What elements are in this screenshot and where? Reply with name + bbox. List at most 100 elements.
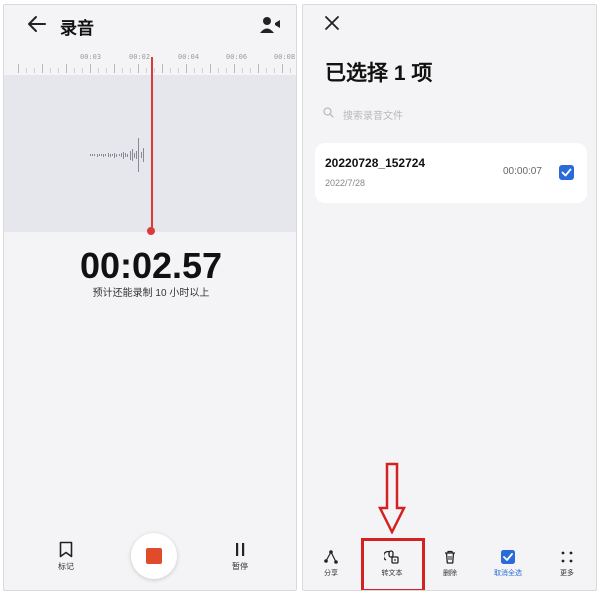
waveform-bar xyxy=(90,154,91,156)
ruler-tick xyxy=(34,68,35,73)
file-date: 2022/7/28 xyxy=(325,178,366,188)
file-selection-screen: 已选择 1 项 搜索录音文件 20220728_152724 2022/7/28… xyxy=(302,4,597,591)
ruler-tick xyxy=(242,68,243,73)
waveform-bar xyxy=(138,138,140,172)
ruler-tick xyxy=(290,68,291,73)
deselect-icon xyxy=(501,550,515,564)
waveform-bar xyxy=(98,154,100,156)
more-label: 更多 xyxy=(560,570,574,577)
ruler-tick xyxy=(122,68,123,73)
ruler-tick xyxy=(226,68,227,73)
search-icon xyxy=(323,107,334,118)
ruler-tick xyxy=(282,64,283,73)
recording-timer: 00:02.57 xyxy=(79,245,223,286)
bookmark-icon xyxy=(59,541,73,558)
waveform-bar xyxy=(123,151,124,159)
recording-file-item[interactable]: 20220728_152724 2022/7/28 00:00:07 xyxy=(315,143,587,203)
waveform-bar xyxy=(131,149,133,161)
ruler-tick xyxy=(98,68,99,73)
waveform-bar xyxy=(107,153,109,157)
waveform-bar xyxy=(118,154,120,156)
waveform-bar xyxy=(120,153,122,157)
search-field[interactable]: 搜索录音文件 xyxy=(323,102,578,124)
ruler-tick xyxy=(194,68,195,73)
waveform-bar xyxy=(105,154,107,156)
waveform-bar xyxy=(101,154,102,156)
ruler-tick xyxy=(138,64,139,73)
ruler-tick xyxy=(146,68,147,73)
more-button[interactable]: 更多 xyxy=(542,549,592,578)
to-text-button[interactable]: 转文本 xyxy=(367,549,417,578)
ruler-tick xyxy=(234,64,235,73)
ruler-label: 00:03 xyxy=(80,53,102,61)
waveform-bar xyxy=(136,151,138,159)
ruler-tick xyxy=(50,68,51,73)
recording-toolbar: 标记 暂停 xyxy=(4,529,296,589)
ruler-tick xyxy=(18,64,19,73)
checkbox-icon[interactable] xyxy=(559,165,574,180)
deselect-label: 取消全选 xyxy=(494,570,522,577)
deselect-all-button[interactable]: 取消全选 xyxy=(483,549,533,578)
file-name: 20220728_152724 xyxy=(325,156,426,170)
delete-label: 删除 xyxy=(443,570,457,577)
ruler-tick xyxy=(218,68,219,73)
selection-title: 已选择 1 项 xyxy=(325,62,433,85)
waveform-area xyxy=(4,75,296,232)
to-text-icon xyxy=(384,550,399,564)
ruler-tick xyxy=(186,64,187,73)
share-label: 分享 xyxy=(324,570,338,577)
ruler-label: 00:04 xyxy=(178,53,200,61)
ruler-tick xyxy=(202,68,203,73)
ruler-tick xyxy=(66,64,67,73)
ruler-tick xyxy=(26,68,27,73)
waveform-bar xyxy=(94,154,96,156)
ruler-label: 00:08 xyxy=(274,53,296,61)
ruler-tick xyxy=(74,68,75,73)
waveform-bar xyxy=(129,150,131,160)
ruler-label: 00:02 xyxy=(129,53,151,61)
back-arrow-icon[interactable] xyxy=(26,13,48,35)
recording-title: 录音 xyxy=(60,19,94,38)
ruler-tick xyxy=(130,68,131,73)
share-icon xyxy=(324,550,338,564)
ruler-tick xyxy=(178,68,179,73)
playhead-line[interactable] xyxy=(151,57,153,233)
playhead-handle[interactable] xyxy=(147,227,155,235)
close-icon[interactable] xyxy=(323,14,341,32)
file-duration: 00:00:07 xyxy=(503,166,542,177)
waveform-bar xyxy=(142,148,144,162)
waveform-bar xyxy=(114,152,116,158)
ruler-tick xyxy=(114,64,115,73)
ruler-tick xyxy=(82,68,83,73)
waveform-bar xyxy=(125,153,127,157)
ruler-tick xyxy=(266,68,267,73)
delete-button[interactable]: 删除 xyxy=(425,549,475,578)
ruler-tick xyxy=(154,68,155,73)
ruler-tick xyxy=(170,68,171,73)
to-text-label: 转文本 xyxy=(381,570,403,577)
selection-toolbar: 分享 转文本 删除 取消全选 更多 xyxy=(303,549,596,589)
screenshot: 录音 00:03 00:02 00:04 00:06 00:08 00:02.5… xyxy=(0,0,600,596)
stop-icon xyxy=(146,548,162,564)
mark-button[interactable]: 标记 xyxy=(48,541,84,585)
ruler-tick xyxy=(58,68,59,73)
pause-label: 暂停 xyxy=(232,562,248,571)
share-button[interactable]: 分享 xyxy=(306,549,356,578)
waveform-bar xyxy=(112,154,113,156)
waveform-bar xyxy=(116,153,118,157)
pause-icon xyxy=(236,543,245,556)
waveform-bar xyxy=(134,152,135,158)
timeline-ruler[interactable]: 00:03 00:02 00:04 00:06 00:08 xyxy=(4,49,296,77)
pause-button[interactable]: 暂停 xyxy=(222,541,258,585)
more-icon xyxy=(561,551,573,563)
recording-screen: 录音 00:03 00:02 00:04 00:06 00:08 00:02.5… xyxy=(3,4,297,591)
ruler-tick xyxy=(258,64,259,73)
waveform-bar xyxy=(127,153,129,157)
waveform-bar xyxy=(103,153,105,157)
waveform-bar xyxy=(140,152,142,158)
stop-record-button[interactable] xyxy=(131,533,177,579)
ruler-tick xyxy=(274,68,275,73)
speaker-icon[interactable] xyxy=(259,16,281,34)
waveform-bar xyxy=(92,154,94,156)
ruler-tick xyxy=(162,64,163,73)
